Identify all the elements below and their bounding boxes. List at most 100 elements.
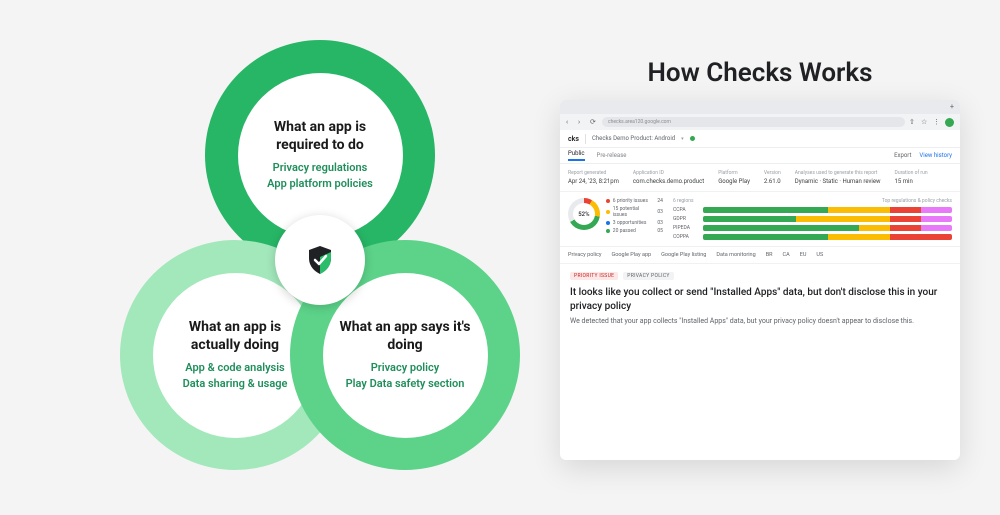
meta-platform: Platform Google Play	[718, 170, 750, 185]
refresh-icon[interactable]: ⟳	[590, 118, 598, 126]
priority-subtext: We detected that your app collects "Inst…	[570, 317, 950, 327]
filter-chips: Privacy policy Google Play app Google Pl…	[560, 247, 960, 264]
reg-bar	[703, 216, 952, 222]
venn-inner-says: What an app says it's doing Privacy poli…	[323, 273, 488, 438]
chip[interactable]: US	[816, 252, 823, 258]
text: 20 passed	[613, 228, 636, 234]
value: 2.61.0	[764, 178, 781, 185]
count: 03	[657, 209, 663, 215]
label: Platform	[718, 170, 750, 176]
label: Application ID	[633, 170, 704, 176]
donut-pct: 52%	[573, 203, 595, 225]
legend-potential: 15 potential issues03	[606, 206, 663, 218]
url-field[interactable]: checks.area120.google.com	[602, 117, 905, 127]
report-metadata: Report generated Apr 24, '23, 8:21pm App…	[560, 164, 960, 192]
overview-right: 6 regions Top regulations & policy check…	[673, 198, 952, 240]
chip: Dynamic	[795, 178, 818, 185]
browser-tab-strip: +	[560, 100, 960, 114]
priority-tags: PRIORITY ISSUE PRIVACY POLICY	[570, 272, 950, 280]
reg-row: CCPA	[673, 207, 952, 213]
product-name[interactable]: Checks Demo Product: Android	[592, 135, 675, 142]
chip[interactable]: Google Play listing	[661, 252, 706, 258]
venn-says-line1: Privacy policy	[371, 360, 439, 375]
reg-bar	[703, 234, 952, 240]
reg-name: CCPA	[673, 207, 699, 213]
value: Google Play	[718, 178, 750, 185]
dot-icon	[606, 221, 610, 225]
venn-actually-line2: Data sharing & usage	[183, 376, 288, 391]
score-donut: 52%	[568, 198, 600, 230]
count: 03	[657, 220, 663, 226]
dot-icon	[606, 210, 610, 214]
venn-says-line2: Play Data safety section	[346, 376, 465, 391]
value: Apr 24, '23, 8:21pm	[568, 178, 619, 185]
browser-url-bar: ‹ › ⟳ checks.area120.google.com ⇧ ☆ ⋮	[560, 114, 960, 130]
chip[interactable]: Google Play app	[612, 252, 652, 258]
priority-issue-card: PRIORITY ISSUE PRIVACY POLICY It looks l…	[560, 264, 960, 335]
overview-left: 52% 6 priority issues 24 15 potential iss…	[568, 198, 663, 240]
meta-appid: Application ID com.checks.demo.product	[633, 170, 704, 185]
reg-bar	[703, 225, 952, 231]
count: 05	[657, 228, 663, 234]
reg-row: GDPR	[673, 216, 952, 222]
chevron-down-icon[interactable]: ▾	[681, 136, 684, 142]
reg-bar	[703, 207, 952, 213]
venn-required-line1: Privacy regulations	[273, 160, 368, 175]
divider	[585, 134, 586, 144]
venn-says-heading: What an app says it's doing	[335, 319, 476, 354]
label: Version	[764, 170, 781, 176]
chip[interactable]: BR	[766, 252, 773, 258]
status-dot	[690, 136, 695, 141]
chip[interactable]: EU	[800, 252, 807, 258]
chip: Static	[823, 178, 838, 185]
chip: Human review	[842, 178, 880, 185]
text: 15 potential issues	[613, 206, 655, 218]
venn-center-logo	[275, 215, 365, 305]
tab-prerelease[interactable]: Pre-release	[597, 152, 627, 159]
reg-name: PIPEDA	[673, 225, 699, 231]
meta-version: Version 2.61.0	[764, 170, 781, 185]
value: 15 min	[895, 178, 928, 185]
label: Analyses used to generate this report	[795, 170, 881, 176]
shield-check-icon	[303, 243, 337, 277]
text: 6 priority issues	[613, 198, 648, 204]
venn-diagram: What an app is required to do Privacy re…	[120, 40, 520, 480]
regions-count: 6 regions	[673, 198, 694, 204]
meta-duration: Duration of run 15 min	[895, 170, 928, 185]
donut-legend: 6 priority issues24 15 potential issues0…	[606, 198, 663, 240]
chip[interactable]: Data monitoring	[716, 252, 755, 258]
tag-category: PRIVACY POLICY	[623, 272, 673, 280]
menu-icon[interactable]: ⋮	[933, 118, 941, 126]
venn-required-line2: App platform policies	[267, 176, 373, 191]
venn-inner-required: What an app is required to do Privacy re…	[238, 73, 403, 238]
value: com.checks.demo.product	[633, 178, 704, 185]
overview-head: 6 regions Top regulations & policy check…	[673, 198, 952, 204]
reg-row: COPPA	[673, 234, 952, 240]
forward-icon[interactable]: ›	[578, 118, 586, 126]
share-icon[interactable]: ⇧	[909, 118, 917, 126]
chip[interactable]: Privacy policy	[568, 252, 602, 258]
star-icon[interactable]: ☆	[921, 118, 929, 126]
dot-icon	[606, 229, 610, 233]
view-history-link[interactable]: View history	[919, 152, 952, 159]
plus-icon[interactable]: +	[950, 103, 954, 111]
back-icon[interactable]: ‹	[566, 118, 574, 126]
app-logo-text: cks	[568, 135, 579, 143]
label: Duration of run	[895, 170, 928, 176]
avatar[interactable]	[945, 118, 954, 127]
regs-title: Top regulations & policy checks	[882, 198, 952, 204]
legend-priority: 6 priority issues 24	[606, 198, 663, 204]
product-bar: cks Checks Demo Product: Android ▾	[560, 130, 960, 148]
venn-actually-heading: What an app is actually doing	[165, 319, 306, 354]
tab-public[interactable]: Public	[568, 150, 585, 161]
venn-actually-line1: App & code analysis	[185, 360, 284, 375]
count: 24	[657, 198, 663, 204]
tag-priority: PRIORITY ISSUE	[570, 272, 618, 280]
report-tabs: Public Pre-release Export View history	[560, 148, 960, 164]
venn-required-heading: What an app is required to do	[250, 119, 391, 154]
reg-name: GDPR	[673, 216, 699, 222]
page-title: How Checks Works	[560, 58, 960, 88]
export-link[interactable]: Export	[894, 152, 911, 159]
chip[interactable]: CA	[783, 252, 790, 258]
reg-name: COPPA	[673, 234, 699, 240]
